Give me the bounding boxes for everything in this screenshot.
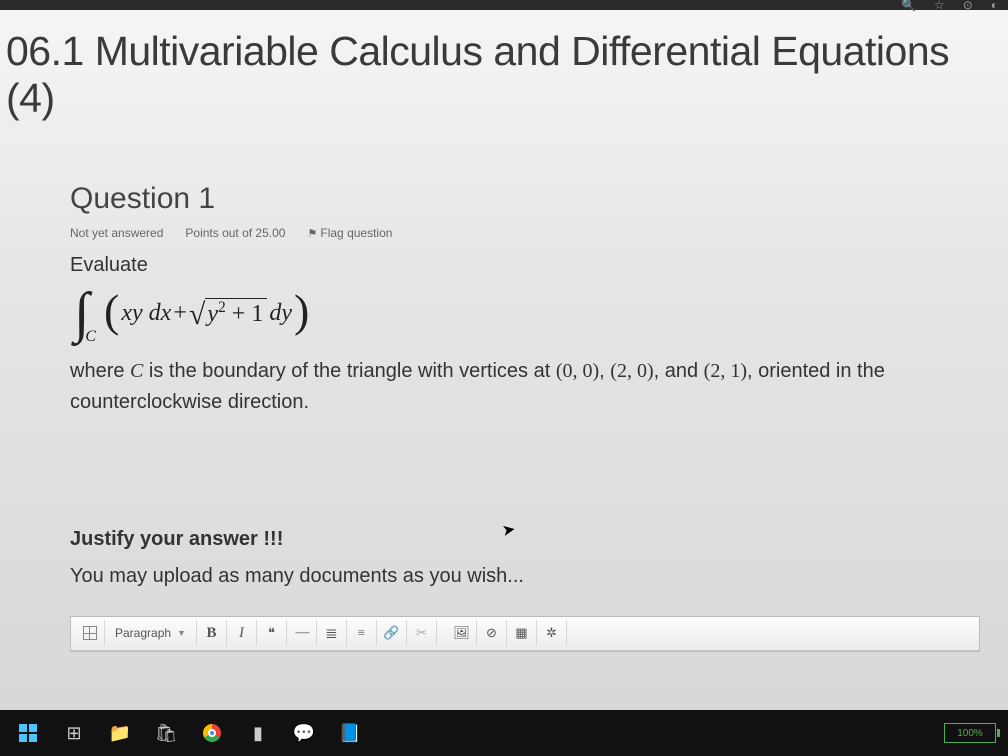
points-text: Points out of 25.00 [185,226,285,240]
chevron-down-icon: ▼ [177,628,186,638]
windows-taskbar[interactable]: ⊞ 📁 🛍 ▮ 💬 📘 100% [0,710,1008,756]
paragraph-label: Paragraph [115,626,171,640]
sqrt-y: y [207,301,218,327]
unordered-list-button[interactable] [317,620,347,646]
page-content: 06.1 Multivariable Calculus and Differen… [0,10,1008,710]
question-meta: Not yet answered Points out of 25.00 Fla… [70,226,978,240]
italic-button[interactable]: I [227,620,257,646]
sqrt-symbol: √ [189,300,205,330]
sqrt-plus1: + 1 [226,301,264,327]
math-integral: ∫ C ( xy dx + √ y2 + 1 dy ) [74,291,978,336]
editor-toolbar: Paragraph ▼ B I ≡ 🔗 ✂ 🖼 ⊘ ▦ ✲ [71,617,979,651]
integral-subscript: C [85,328,96,346]
where-mid: is the boundary of the triangle with ver… [143,360,555,382]
windows-logo-icon [19,724,37,742]
sep1: , [599,360,610,382]
prompt-evaluate: Evaluate [70,254,978,277]
search-icon[interactable]: 🔍 [901,0,916,12]
sqrt-argument: y2 + 1 [205,298,267,328]
plus: + [173,300,187,327]
rich-text-editor[interactable]: Paragraph ▼ B I ≡ 🔗 ✂ 🖼 ⊘ ▦ ✲ [70,616,980,652]
unlink-button[interactable]: ✂ [407,620,437,646]
toolbar-grid-button[interactable] [75,620,105,646]
extension-icon[interactable]: ⊙ [963,0,973,12]
profile-icon[interactable]: ◐ [991,0,998,12]
vertex-1: (0, 0) [556,360,599,382]
grid-icon [83,626,97,640]
status-text: Not yet answered [70,226,163,240]
justify-heading: Justify your answer !!! [70,528,978,551]
term-dy: dy [269,300,292,327]
battery-indicator[interactable]: 100% [944,723,996,743]
where-pre: where [70,360,130,382]
question-block: Question 1 Not yet answered Points out o… [70,182,978,652]
store-icon[interactable]: 🛍 [144,713,188,753]
flag-question-link[interactable]: Flag question [307,226,392,240]
vertex-2: (2, 0) [610,360,653,382]
upload-note: You may upload as many documents as you … [70,565,978,588]
app-icon-2[interactable]: 💬 [282,713,326,753]
app-icon-3[interactable]: 📘 [328,713,372,753]
vertex-3: (2, 1) [704,360,747,382]
term-xy-dx: xy dx [121,300,171,327]
task-view-button[interactable]: ⊞ [52,713,96,753]
link-button[interactable]: 🔗 [377,620,407,646]
start-button[interactable] [6,713,50,753]
chrome-icon[interactable] [190,713,234,753]
question-heading: Question 1 [70,182,978,216]
where-c: C [130,360,143,382]
page-title: 06.1 Multivariable Calculus and Differen… [6,28,998,122]
media-button[interactable]: ▦ [507,620,537,646]
hr-button[interactable] [287,620,317,646]
star-icon[interactable]: ☆ [934,0,945,12]
sqrt-exp: 2 [218,299,226,316]
bold-button[interactable]: B [197,620,227,646]
ordered-list-button[interactable]: ≡ [347,620,377,646]
image-button[interactable]: 🖼 [447,620,477,646]
app-icon-1[interactable]: ▮ [236,713,280,753]
browser-top-bar: 🔍 ☆ ⊙ ◐ [0,0,1008,10]
sqrt-term: √ y2 + 1 [189,298,267,328]
paragraph-dropdown[interactable]: Paragraph ▼ [105,620,197,646]
explorer-icon[interactable]: 📁 [98,713,142,753]
question-body: where C is the boundary of the triangle … [70,356,978,418]
sep2: , and [654,360,704,382]
ol-icon: ≡ [358,625,365,641]
more-button[interactable]: ✲ [537,620,567,646]
battery-level: 100% [957,728,983,739]
blockquote-button[interactable] [257,620,287,646]
noformat-button[interactable]: ⊘ [477,620,507,646]
